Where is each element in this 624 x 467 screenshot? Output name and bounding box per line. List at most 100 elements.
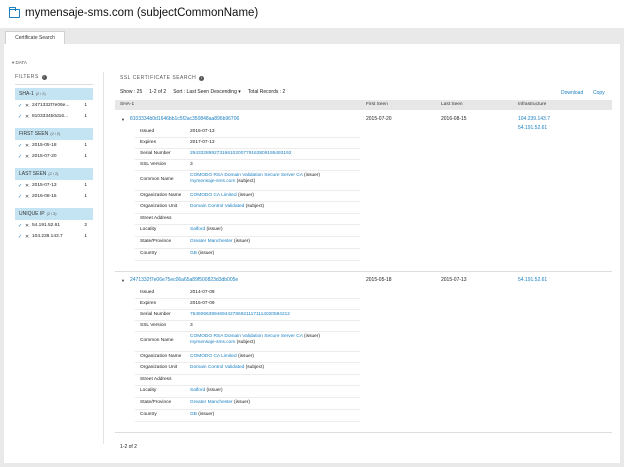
country-link[interactable]: GB — [190, 412, 197, 417]
exclude-icon[interactable]: ✕ — [25, 194, 32, 200]
subject-tag: (subject) — [236, 340, 256, 345]
detail-value: 76450663994694427869211171114020584212 — [190, 312, 290, 317]
exclude-icon[interactable]: ✕ — [25, 183, 32, 189]
check-icon[interactable]: ✓ — [18, 223, 25, 229]
filter-group: FIRST SEEN (2 / 2) ✓ ✕ 2015-05-18 1 ✓ ✕ 2… — [15, 128, 93, 162]
detail-value: 2015-07-09 — [190, 301, 215, 306]
serial-link[interactable]: 29433289927316610200779163809195493192 — [190, 151, 291, 156]
collapse-icon[interactable]: ▼ — [121, 278, 125, 283]
exclude-icon[interactable]: ✕ — [25, 143, 32, 149]
exclude-icon[interactable]: ✕ — [25, 154, 32, 160]
filter-count: 1 — [84, 154, 87, 159]
filter-value[interactable]: 2015-07-13 — [32, 183, 80, 188]
page-size-select[interactable]: Show : 25 — [120, 89, 142, 95]
detail-label: SSL Version — [140, 162, 167, 167]
ip-link[interactable]: 54.191.52.61 — [518, 277, 547, 283]
filter-value[interactable]: 2471332f7e06e... — [32, 103, 80, 108]
filter-count: 1 — [84, 103, 87, 108]
detail-label: Serial Number — [140, 151, 171, 156]
filter-value[interactable]: 54.191.52.61 — [32, 223, 80, 228]
copy-link[interactable]: Copy — [593, 90, 605, 96]
cn-subject-link[interactable]: mymensaje-sms.com — [190, 340, 235, 345]
download-link[interactable]: Download — [561, 90, 583, 96]
check-icon[interactable]: ✓ — [18, 114, 25, 120]
detail-label: Country — [140, 412, 157, 417]
last-seen: 2016-08-15 — [441, 116, 467, 122]
detail-row: Organization Name COMODO CA Limited (issu… — [135, 191, 360, 202]
check-icon[interactable]: ✓ — [18, 154, 25, 160]
collapse-icon[interactable]: ▼ — [121, 117, 125, 122]
filter-group-header[interactable]: FIRST SEEN (2 / 2) — [15, 128, 93, 140]
cn-issuer-link[interactable]: COMODO RSA Domain Validation Secure Serv… — [190, 334, 303, 339]
detail-label: Issued — [140, 129, 155, 134]
tab-certificate-search[interactable]: Certificate Search — [5, 31, 65, 44]
country-link[interactable]: GB — [190, 251, 197, 256]
state-link[interactable]: Greater Manchester — [190, 239, 233, 244]
filter-value[interactable]: 2015-07-20 — [32, 154, 80, 159]
detail-label: State/Province — [140, 239, 172, 244]
locality-link[interactable]: Salford — [190, 227, 205, 232]
filter-group-header[interactable]: LAST SEEN (2 / 2) — [15, 168, 93, 180]
tab-bar: Certificate Search — [0, 28, 624, 44]
check-icon[interactable]: ✓ — [18, 183, 25, 189]
filter-group-header[interactable]: SHA-1 (2 / 2) — [15, 88, 93, 100]
filter-value[interactable]: 2016-08-15 — [32, 194, 80, 199]
issuer-tag: (issuer) — [238, 193, 254, 198]
detail-value: COMODO CA Limited (issuer) — [190, 354, 254, 359]
org-link[interactable]: COMODO CA Limited — [190, 354, 237, 359]
cn-issuer-link[interactable]: COMODO RSA Domain Validation Secure Serv… — [190, 173, 303, 178]
check-icon[interactable]: ✓ — [18, 143, 25, 149]
filter-row: ✓ ✕ 2471332f7e06e... 1 — [15, 100, 93, 111]
detail-label: Organization Name — [140, 354, 182, 359]
detail-value: 29433289927316610200779163809195493192 — [190, 151, 291, 156]
filter-value[interactable]: 104.239.143.7 — [32, 234, 80, 239]
state-link[interactable]: Greater Manchester — [190, 400, 233, 405]
locality-link[interactable]: Salford — [190, 388, 205, 393]
ip-link[interactable]: 104.239.143.7 — [518, 116, 550, 122]
org-link[interactable]: COMODO CA Limited — [190, 193, 237, 198]
detail-label: Locality — [140, 388, 157, 393]
column-sha1[interactable]: SHA-1 — [120, 102, 134, 107]
ou-link[interactable]: Domain Control Validated — [190, 204, 244, 209]
section-title-label: SSL CERTIFICATE SEARCH — [120, 75, 197, 81]
detail-row: Expires 2017-07-13 — [135, 138, 360, 149]
ou-link[interactable]: Domain Control Validated — [190, 365, 244, 370]
column-first-seen[interactable]: First Seen — [366, 102, 388, 107]
filter-row: ✓ ✕ 2015-07-20 1 — [15, 151, 93, 162]
filter-count: 2 — [84, 223, 87, 228]
check-icon[interactable]: ✓ — [18, 103, 25, 109]
ip-link[interactable]: 54.191.52.61 — [518, 125, 547, 131]
exclude-icon[interactable]: ✕ — [25, 114, 32, 120]
filter-row: ✓ ✕ 2016-08-15 1 — [15, 191, 93, 202]
data-toggle[interactable]: ▾ DATA — [12, 60, 27, 66]
filter-group-header[interactable]: UNIQUE IP (2 / 3) — [15, 208, 93, 220]
detail-label: Organization Unit — [140, 204, 178, 209]
section-title: SSL CERTIFICATE SEARCH i — [120, 75, 205, 81]
filter-value[interactable]: 8103334b0d16... — [32, 114, 80, 119]
exclude-icon[interactable]: ✕ — [25, 223, 32, 229]
filter-value[interactable]: 2015-05-18 — [32, 143, 80, 148]
issuer-tag: (issuer) — [238, 354, 254, 359]
subject-tag: (subject) — [245, 204, 265, 209]
issued-value: 2014-07-08 — [190, 290, 215, 295]
check-icon[interactable]: ✓ — [18, 194, 25, 200]
exclude-icon[interactable]: ✕ — [25, 234, 32, 240]
divider — [115, 271, 612, 272]
sha1-link[interactable]: 2471332f7e06e75ec06a65a89f500823d3db005e — [130, 277, 238, 283]
detail-value: COMODO CA Limited (issuer) — [190, 193, 254, 198]
column-last-seen[interactable]: Last Seen — [441, 102, 463, 107]
serial-link[interactable]: 76450663994694427869211171114020584212 — [190, 312, 290, 317]
exclude-icon[interactable]: ✕ — [25, 103, 32, 109]
filter-group: UNIQUE IP (2 / 3) ✓ ✕ 54.191.52.61 2 ✓ ✕ … — [15, 208, 93, 242]
filter-group-count: (2 / 2) — [50, 132, 61, 136]
sha1-link[interactable]: 8103334b0d1646bb1c5f2ac350848aa896b96706 — [130, 116, 239, 122]
detail-value: 3 — [190, 323, 193, 328]
check-icon[interactable]: ✓ — [18, 234, 25, 240]
detail-row: Street Address — [135, 375, 360, 386]
column-infrastructure[interactable]: Infrastructure — [518, 102, 546, 107]
range-label: 1-2 of 2 — [149, 89, 167, 95]
sort-select[interactable]: Sort : Last Seen Descending ▾ — [173, 89, 241, 95]
info-icon[interactable]: i — [41, 74, 47, 80]
info-icon[interactable]: i — [199, 75, 205, 81]
cn-subject-link[interactable]: mymensaje-sms.com — [190, 179, 235, 184]
